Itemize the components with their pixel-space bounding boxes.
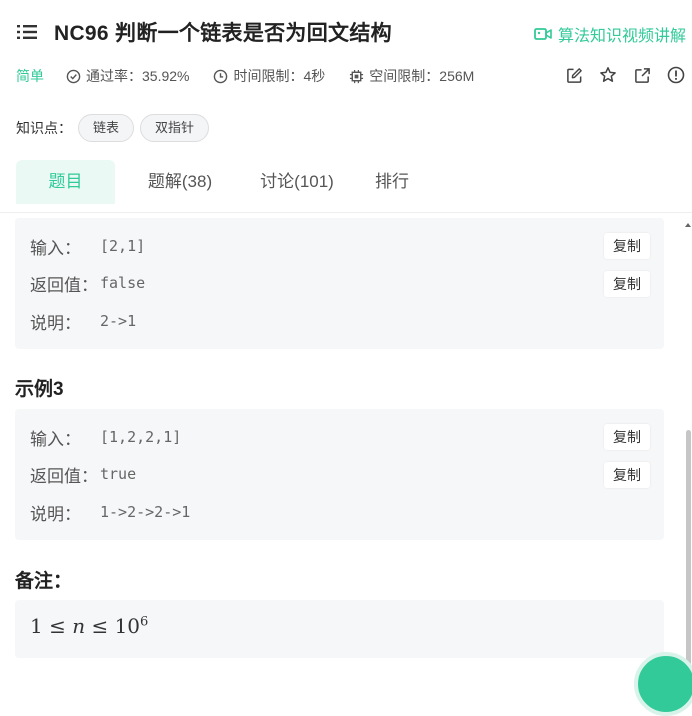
video-camera-icon: [534, 28, 552, 40]
problem-actions: [550, 64, 686, 86]
input-value: [1,2,2,1]: [100, 428, 182, 446]
example-input-row: 输入： [2,1]: [30, 233, 145, 259]
copy-return-button[interactable]: 复制: [604, 271, 650, 297]
pass-rate: 通过率：35.92%: [66, 66, 189, 86]
problem-meta: 简单 通过率：35.92% 时间限制：4秒 空间限制：256M: [16, 64, 686, 88]
notes-box: 1 ≤ n ≤ 106: [15, 600, 664, 658]
scrollbar-thumb[interactable]: [686, 430, 691, 669]
video-explanation-link[interactable]: 算法知识视频讲解: [534, 22, 686, 46]
example-input-row: 输入： [1,2,2,1]: [30, 424, 181, 450]
title-row: NC96 判断一个链表是否为回文结构 算法知识视频讲解: [16, 14, 686, 50]
problem-tabs: 题目 题解(38) 讨论(101) 排行: [16, 160, 435, 204]
time-limit-text: 时间限制：4秒: [233, 68, 326, 84]
copy-return-button[interactable]: 复制: [604, 462, 650, 488]
list-menu-icon[interactable]: [16, 21, 38, 43]
problem-title: NC96 判断一个链表是否为回文结构: [54, 22, 392, 45]
explain-label: 说明：: [30, 504, 81, 524]
problem-header: NC96 判断一个链表是否为回文结构 算法知识视频讲解 简单 通过率：35.92…: [0, 0, 692, 215]
copy-input-button[interactable]: 复制: [604, 424, 650, 450]
knowledge-tags: 知识点： 链表 双指针: [16, 114, 210, 142]
video-link-label: 算法知识视频讲解: [557, 28, 686, 45]
formula-right: ≤ 10: [85, 614, 141, 638]
tab-discussion[interactable]: 讨论(101): [245, 160, 349, 204]
tab-divider: [0, 212, 692, 213]
notes-heading: 备注：: [15, 571, 73, 592]
chip-icon: [350, 69, 364, 83]
edit-note-icon[interactable]: [564, 64, 584, 86]
difficulty-badge: 简单: [16, 68, 44, 84]
clock-icon: [214, 69, 228, 83]
example-box: 输入： [1,2,2,1] 复制 返回值： true 复制 说明： 1->2->…: [15, 409, 664, 540]
formula-variable: n: [72, 614, 86, 638]
example-return-row: 返回值： false: [30, 270, 145, 296]
space-limit: 空间限制：256M: [349, 66, 474, 86]
star-icon[interactable]: [598, 64, 618, 86]
tag-linked-list[interactable]: 链表: [78, 114, 135, 142]
scroll-up-arrow[interactable]: [685, 222, 691, 228]
explain-value: 1->2->2->1: [100, 503, 191, 521]
example-3-heading: 示例3: [15, 379, 64, 400]
formula-exponent: 6: [140, 614, 149, 630]
tag-two-pointers[interactable]: 双指针: [140, 114, 210, 142]
return-value: false: [100, 274, 146, 292]
explain-value: 2->1: [100, 312, 137, 330]
tab-solutions[interactable]: 题解(38): [115, 160, 245, 204]
return-value: true: [100, 465, 137, 483]
knowledge-label: 知识点：: [16, 120, 72, 136]
return-label: 返回值：: [30, 466, 98, 486]
copy-input-button[interactable]: 复制: [604, 233, 650, 259]
formula-left: 1 ≤: [30, 614, 73, 638]
share-external-icon[interactable]: [632, 64, 652, 86]
space-limit-text: 空间限制：256M: [369, 68, 475, 84]
example-explain-row: 说明： 2->1: [30, 308, 136, 334]
explain-label: 说明：: [30, 313, 81, 333]
input-value: [2,1]: [100, 237, 146, 255]
constraint-formula: 1 ≤ n ≤ 106: [30, 614, 148, 638]
report-info-icon[interactable]: [666, 64, 686, 86]
example-box: 输入： [2,1] 复制 返回值： false 复制 说明： 2->1: [15, 218, 664, 349]
problem-content: 输入： [2,1] 复制 返回值： false 复制 说明： 2->1 示例3 …: [0, 215, 692, 669]
return-label: 返回值：: [30, 275, 98, 295]
pass-rate-text: 通过率：35.92%: [86, 68, 190, 84]
tab-ranking[interactable]: 排行: [349, 160, 435, 204]
check-circle-icon: [66, 69, 81, 83]
tab-problem[interactable]: 题目: [16, 160, 115, 204]
example-return-row: 返回值： true: [30, 461, 136, 487]
floating-action-button[interactable]: [634, 652, 692, 716]
time-limit: 时间限制：4秒: [213, 66, 325, 86]
input-label: 输入：: [30, 238, 81, 258]
example-explain-row: 说明： 1->2->2->1: [30, 499, 190, 525]
input-label: 输入：: [30, 429, 81, 449]
